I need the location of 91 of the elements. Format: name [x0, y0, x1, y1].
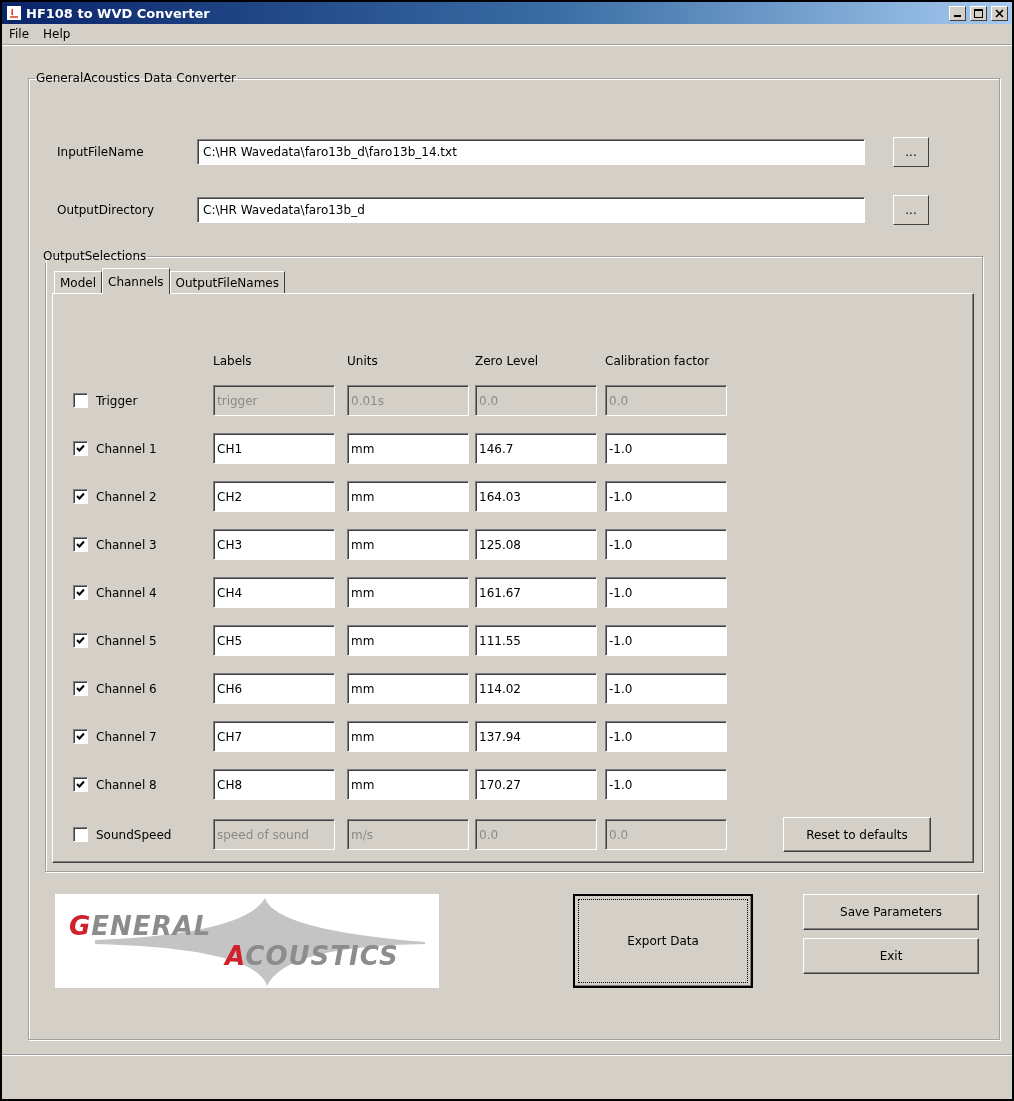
check-icon: [76, 732, 85, 741]
column-header: Calibration factor: [605, 354, 711, 368]
checkbox-label: SoundSpeed: [96, 827, 172, 842]
logo-text: ACOUSTICS: [225, 941, 400, 971]
checkbox[interactable]: [73, 777, 88, 792]
text-field[interactable]: mm: [347, 769, 469, 800]
check-icon: [76, 492, 85, 501]
reset-button[interactable]: Reset to defaults: [783, 817, 931, 852]
text-field[interactable]: mm: [347, 721, 469, 752]
menu-item[interactable]: Help: [38, 27, 76, 41]
text-field[interactable]: 137.94: [475, 721, 597, 752]
check-icon: [76, 588, 85, 597]
text-field[interactable]: mm: [347, 481, 469, 512]
text-field[interactable]: 114.02: [475, 673, 597, 704]
checkbox[interactable]: [73, 393, 88, 408]
browse-button[interactable]: ...: [893, 137, 929, 167]
column-header: Units: [347, 354, 379, 368]
export-button[interactable]: Export Data: [573, 894, 753, 988]
text-field[interactable]: CH8: [213, 769, 335, 800]
checkbox[interactable]: [73, 681, 88, 696]
checkbox-label: Channel 6: [96, 681, 157, 696]
text-field[interactable]: mm: [347, 625, 469, 656]
checkbox[interactable]: [73, 827, 88, 842]
app-icon: [6, 5, 22, 21]
checkbox[interactable]: [73, 537, 88, 552]
close-button[interactable]: [991, 5, 1008, 21]
text-field[interactable]: 111.55: [475, 625, 597, 656]
field-label: InputFileName: [56, 145, 145, 159]
check-icon: [76, 780, 85, 789]
text-field[interactable]: 146.7: [475, 433, 597, 464]
path-field[interactable]: C:\HR Wavedata\faro13b_d: [197, 197, 865, 223]
checkbox[interactable]: [73, 585, 88, 600]
text-field[interactable]: -1.0: [605, 673, 727, 704]
group-title: GeneralAcoustics Data Converter: [35, 71, 238, 85]
maximize-icon: [974, 8, 983, 18]
minimize-icon: [954, 15, 961, 17]
text-field[interactable]: -1.0: [605, 769, 727, 800]
text-field[interactable]: CH5: [213, 625, 335, 656]
checkbox-label: Trigger: [96, 393, 138, 408]
text-field[interactable]: mm: [347, 673, 469, 704]
path-field[interactable]: C:\HR Wavedata\faro13b_d\faro13b_14.txt: [197, 139, 865, 165]
text-field[interactable]: 125.08: [475, 529, 597, 560]
text-field[interactable]: -1.0: [605, 529, 727, 560]
checkbox[interactable]: [73, 729, 88, 744]
text-field[interactable]: -1.0: [605, 481, 727, 512]
window-title: HF108 to WVD Converter: [26, 5, 211, 21]
maximize-button[interactable]: [970, 5, 987, 21]
browse-button[interactable]: ...: [893, 195, 929, 225]
checkbox[interactable]: [73, 441, 88, 456]
column-header: Zero Level: [475, 354, 540, 368]
text-field[interactable]: CH4: [213, 577, 335, 608]
text-field[interactable]: mm: [347, 433, 469, 464]
checkbox-label: Channel 2: [96, 489, 157, 504]
text-field[interactable]: 164.03: [475, 481, 597, 512]
text-field[interactable]: CH1: [213, 433, 335, 464]
text-field[interactable]: CH7: [213, 721, 335, 752]
tab[interactable]: OutputFileNames: [169, 271, 285, 293]
checkbox-label: Channel 7: [96, 729, 157, 744]
checkbox-label: Channel 1: [96, 441, 157, 456]
text-field[interactable]: CH2: [213, 481, 335, 512]
text-field[interactable]: 161.67: [475, 577, 597, 608]
text-field[interactable]: CH6: [213, 673, 335, 704]
checkbox-label: Channel 3: [96, 537, 157, 552]
field-label: OutputDirectory: [56, 203, 155, 217]
exit-button[interactable]: Exit: [803, 938, 979, 974]
checkbox-label: Channel 4: [96, 585, 157, 600]
save-button[interactable]: Save Parameters: [803, 894, 979, 930]
tab[interactable]: Model: [54, 271, 103, 293]
checkbox-label: Channel 8: [96, 777, 157, 792]
checkbox[interactable]: [73, 489, 88, 504]
check-icon: [76, 684, 85, 693]
logo-text: GENERAL: [69, 911, 213, 941]
checkbox-label: Channel 5: [96, 633, 157, 648]
check-icon: [76, 540, 85, 549]
group-title: OutputSelections: [42, 249, 148, 263]
text-field[interactable]: mm: [347, 529, 469, 560]
tab[interactable]: Channels: [102, 268, 170, 294]
text-field[interactable]: 170.27: [475, 769, 597, 800]
text-field[interactable]: -1.0: [605, 577, 727, 608]
check-icon: [76, 636, 85, 645]
text-field[interactable]: mm: [347, 577, 469, 608]
check-icon: [76, 444, 85, 453]
text-field[interactable]: -1.0: [605, 625, 727, 656]
menu-item[interactable]: File: [4, 27, 35, 41]
checkbox[interactable]: [73, 633, 88, 648]
minimize-button[interactable]: [949, 5, 966, 21]
text-field[interactable]: -1.0: [605, 721, 727, 752]
close-icon: [995, 8, 1004, 18]
column-header: Labels: [213, 354, 253, 368]
text-field[interactable]: -1.0: [605, 433, 727, 464]
text-field[interactable]: CH3: [213, 529, 335, 560]
